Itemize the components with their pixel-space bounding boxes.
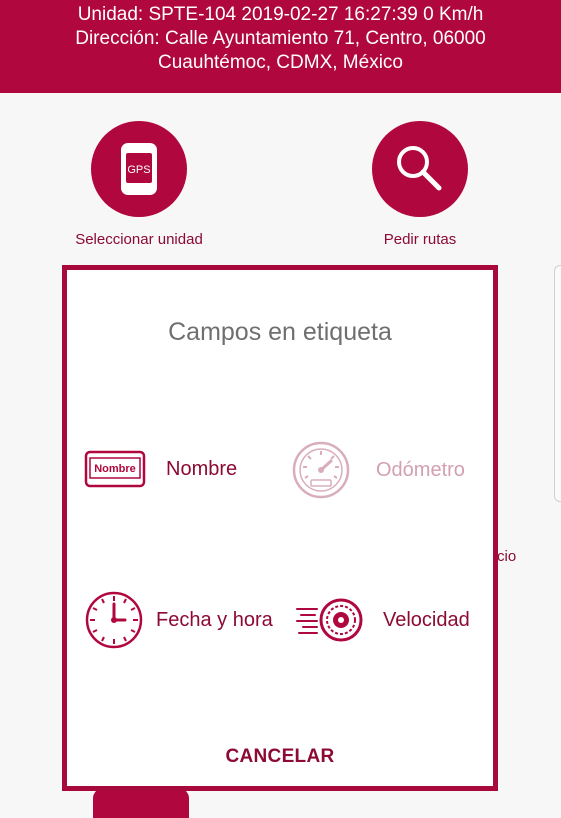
name-card-icon-text: Nombre <box>94 463 136 475</box>
option-speed[interactable]: Velocidad <box>295 595 470 645</box>
select-unit-circle[interactable]: GPS <box>91 121 187 217</box>
select-unit-button[interactable]: GPS Seleccionar unidad <box>63 121 215 248</box>
unit-status-line: Unidad: SPTE-104 2019-02-27 16:27:39 0 K… <box>77 4 484 25</box>
speed-wheel-icon <box>296 598 363 642</box>
cancel-button[interactable]: CANCELAR <box>67 746 493 768</box>
option-datetime[interactable]: Fecha y hora <box>84 590 273 650</box>
option-speed-label: Velocidad <box>383 608 470 631</box>
status-header: Unidad: SPTE-104 2019-02-27 16:27:39 0 K… <box>0 0 561 93</box>
odometer-icon <box>292 441 350 499</box>
label-fields-dialog: Campos en etiqueta Nombre Nombre Odómetr… <box>62 265 498 791</box>
request-routes-circle[interactable] <box>372 121 468 217</box>
gps-device-icon: GPS <box>121 143 157 195</box>
side-panel-edge[interactable] <box>554 265 561 502</box>
background-menu-text: cio <box>497 548 517 565</box>
request-routes-button[interactable]: Pedir rutas <box>342 121 498 248</box>
option-odometer-label: Odómetro <box>376 458 465 481</box>
name-card-icon: Nombre <box>84 450 146 488</box>
option-name-label: Nombre <box>166 457 238 480</box>
clock-icon <box>85 591 143 649</box>
address-line-2: Cuauhtémoc, CDMX, México <box>158 52 403 73</box>
request-routes-label: Pedir rutas <box>383 231 457 248</box>
option-datetime-label: Fecha y hora <box>156 608 273 631</box>
dialog-title: Campos en etiqueta <box>168 318 392 346</box>
address-line: Dirección: Calle Ayuntamiento 71, Centro… <box>75 28 486 49</box>
search-icon <box>397 146 442 191</box>
select-unit-label: Seleccionar unidad <box>75 231 203 248</box>
option-odometer[interactable]: Odómetro <box>291 440 465 500</box>
option-name[interactable]: Nombre Nombre <box>84 450 237 488</box>
gps-icon-text: GPS <box>127 164 150 176</box>
